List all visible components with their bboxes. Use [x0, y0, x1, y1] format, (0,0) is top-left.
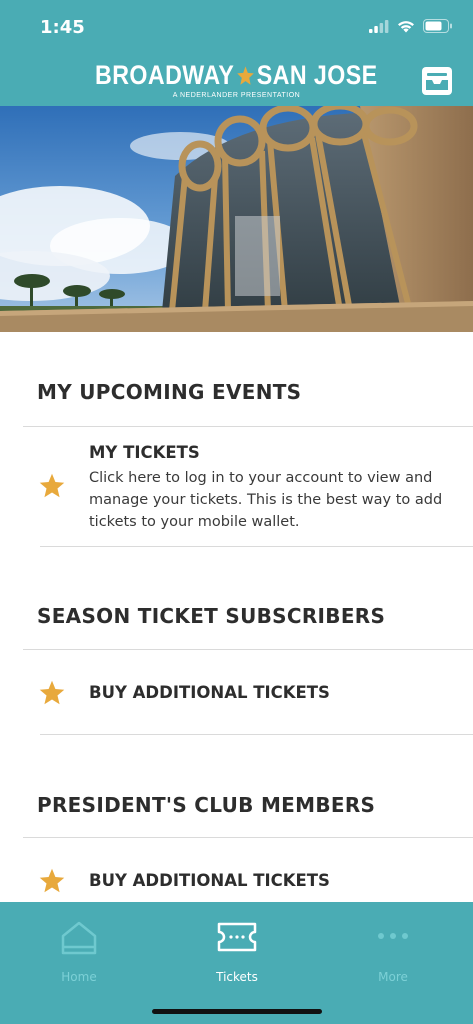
tab-more-label: More [378, 970, 408, 984]
section-title-season-subscribers: SEASON TICKET SUBSCRIBERS [37, 604, 386, 628]
app-header: 1:45 BROADWAY SAN JOSE A NEDERLANDER PRE… [0, 0, 473, 106]
inbox-icon [422, 67, 452, 95]
status-time: 1:45 [40, 17, 85, 38]
star-icon [39, 680, 65, 705]
buy-additional-tickets-label: BUY ADDITIONAL TICKETS [89, 683, 330, 702]
buy-additional-tickets-subscribers[interactable]: BUY ADDITIONAL TICKETS [0, 650, 473, 734]
ticket-icon [217, 922, 257, 952]
home-icon [61, 921, 97, 955]
tickets-content: MY UPCOMING EVENTS MY TICKETS Click here… [0, 332, 473, 902]
divider [40, 546, 473, 547]
signal-icon [369, 19, 389, 33]
star-icon [39, 473, 65, 498]
tab-tickets-label: Tickets [216, 970, 258, 984]
battery-icon [423, 19, 452, 33]
my-tickets-item[interactable]: MY TICKETS Click here to log in to your … [0, 427, 473, 545]
divider [40, 734, 473, 735]
tab-home-label: Home [61, 970, 97, 984]
home-indicator [152, 1009, 322, 1014]
more-icon [378, 933, 408, 939]
section-title-presidents-club: PRESIDENT'S CLUB MEMBERS [37, 793, 376, 817]
status-icons [369, 19, 453, 33]
theater-building-image [0, 106, 473, 332]
star-icon [39, 868, 65, 893]
broadway-san-jose-logo: BROADWAY SAN JOSE A NEDERLANDER PRESENTA… [0, 60, 473, 99]
logo-star-icon [237, 65, 255, 85]
hero-image [0, 106, 473, 332]
wifi-icon [398, 20, 414, 32]
logo-text-left: BROADWAY [95, 60, 235, 90]
inbox-button[interactable] [421, 66, 453, 96]
buy-additional-tickets-presidents[interactable]: BUY ADDITIONAL TICKETS [0, 838, 473, 902]
section-title-upcoming-events: MY UPCOMING EVENTS [37, 380, 302, 404]
buy-additional-tickets-label: BUY ADDITIONAL TICKETS [89, 871, 330, 890]
my-tickets-title: MY TICKETS [89, 443, 200, 462]
my-tickets-description: Click here to log in to your account to … [89, 470, 443, 530]
tab-bar: Home Tickets More [0, 902, 473, 1024]
logo-text-right: SAN JOSE [256, 60, 378, 90]
logo-tagline: A NEDERLANDER PRESENTATION [172, 92, 301, 99]
